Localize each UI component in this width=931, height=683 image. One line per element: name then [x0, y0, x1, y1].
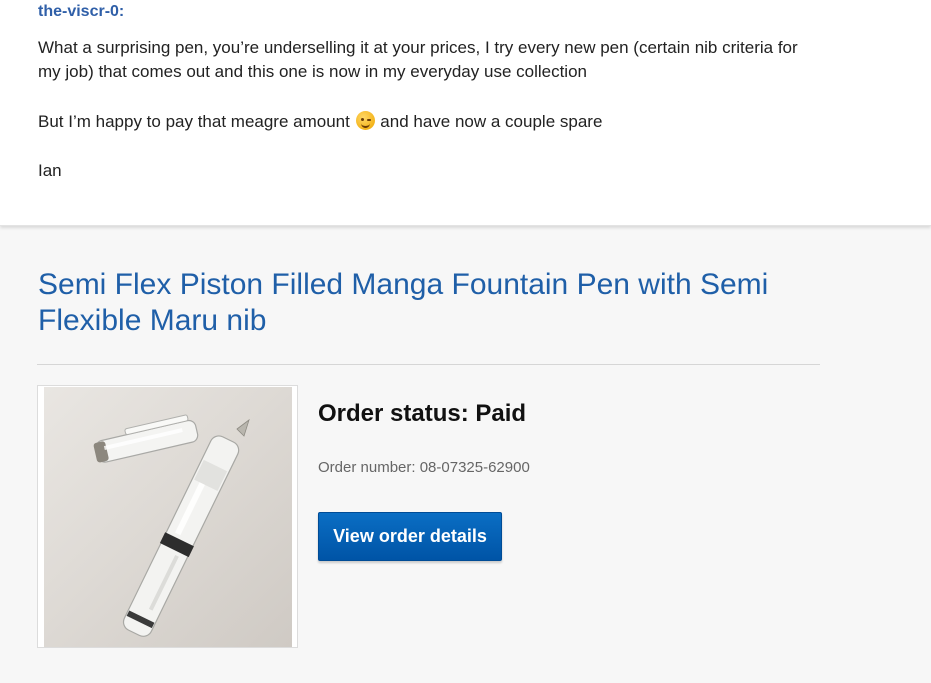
divider [37, 364, 820, 365]
winking-face-emoji-icon [355, 111, 375, 130]
message-paragraph: But I’m happy to pay that meagre amount … [38, 110, 818, 134]
sender-name-link[interactable]: the-viscr-0: [38, 3, 124, 21]
message-signature: Ian [38, 161, 62, 180]
product-title-link[interactable]: Semi Flex Piston Filled Manga Fountain P… [38, 267, 838, 339]
order-status: Order status: Paid [318, 400, 527, 427]
view-order-details-button[interactable]: View order details [318, 512, 502, 561]
message-card: the-viscr-0: What a surprising pen, you’… [0, 0, 931, 226]
message-text-part: and have now a couple spare [375, 112, 603, 131]
fountain-pen-icon [93, 414, 250, 637]
message-text-part: But I’m happy to pay that meagre amount [38, 112, 355, 131]
order-number: Order number: 08-07325-62900 [318, 459, 530, 476]
message-paragraph: What a surprising pen, you’re underselli… [38, 38, 798, 81]
fountain-pen-photo [44, 387, 292, 647]
product-image-link[interactable] [37, 385, 298, 648]
